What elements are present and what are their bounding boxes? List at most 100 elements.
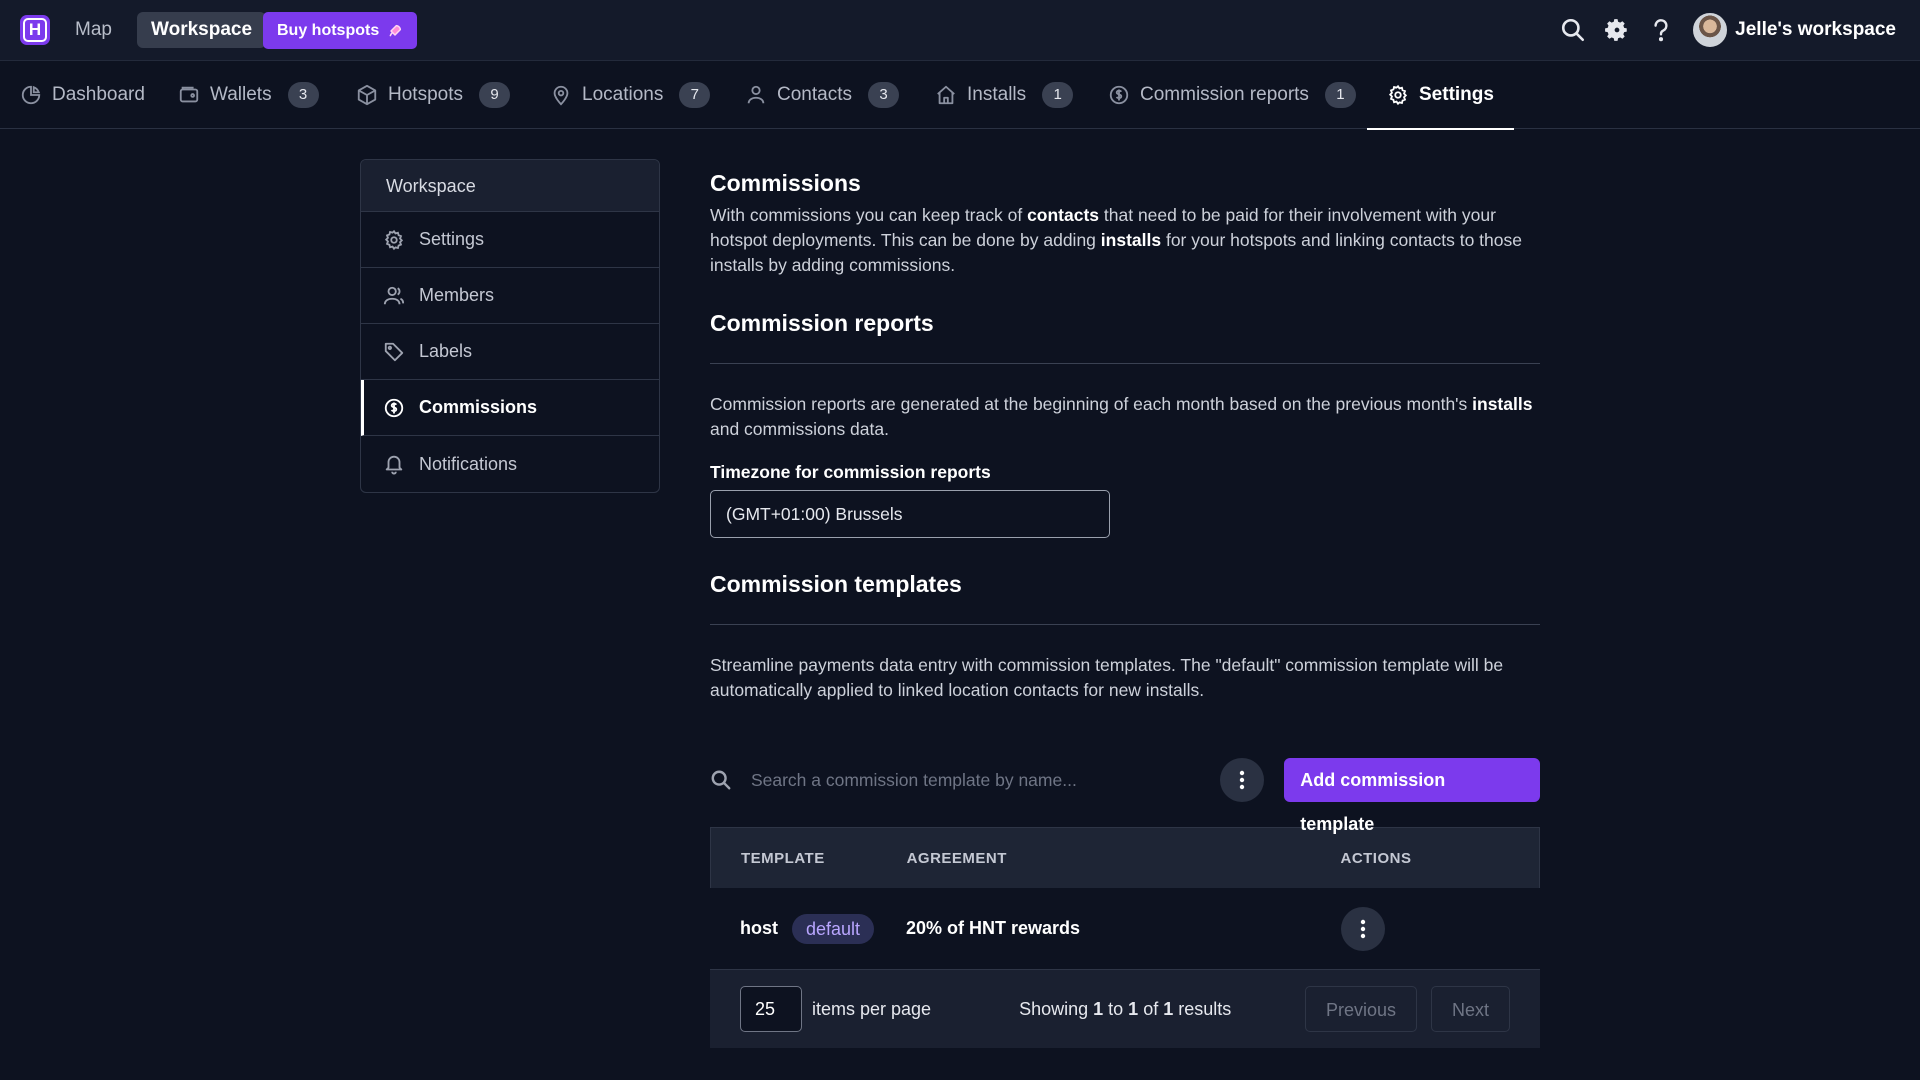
bell-icon <box>383 453 405 475</box>
gear-icon <box>383 229 405 251</box>
users-icon <box>383 285 405 307</box>
tab-dashboard[interactable]: Dashboard <box>20 61 145 129</box>
template-name: host <box>740 918 778 938</box>
pie-chart-icon <box>20 84 42 106</box>
sidenav-item-labels[interactable]: Labels <box>361 324 659 380</box>
tab-label: Hotspots <box>388 84 463 105</box>
commission-templates-description: Streamline payments data entry with comm… <box>710 655 1504 700</box>
divider <box>710 363 1540 364</box>
tab-label: Dashboard <box>52 84 145 105</box>
tab-count-badge: 9 <box>478 82 510 108</box>
previous-page-button[interactable]: Previous <box>1304 986 1417 1032</box>
row-actions-button[interactable] <box>1341 906 1385 951</box>
sidenav-item-settings[interactable]: Settings <box>361 212 659 268</box>
template-cell: host default <box>710 913 906 944</box>
tab-locations[interactable]: Locations 7 <box>550 61 711 129</box>
items-per-page-select[interactable]: 25 <box>740 986 802 1032</box>
buy-hotspots-button[interactable]: Buy hotspots <box>263 12 418 49</box>
column-header-actions: ACTIONS <box>1340 849 1412 867</box>
items-per-page-label: items per page <box>812 998 932 1019</box>
app-logo[interactable]: H <box>20 15 50 45</box>
template-search-input[interactable] <box>750 769 1221 791</box>
sidenav-item-notifications[interactable]: Notifications <box>361 436 659 492</box>
column-header-template: TEMPLATE <box>741 849 825 867</box>
timezone-label: Timezone for commission reports <box>710 462 991 482</box>
tab-hotspots[interactable]: Hotspots 9 <box>356 61 510 129</box>
sidenav-item-label: Members <box>419 285 495 305</box>
search-icon <box>710 769 736 791</box>
column-header-agreement: AGREEMENT <box>906 849 1007 867</box>
gear-icon[interactable] <box>1603 16 1631 44</box>
tab-count-badge: 1 <box>1324 82 1356 108</box>
commission-reports-title: Commission reports <box>710 310 934 336</box>
tag-icon <box>383 341 405 363</box>
gear-icon <box>1387 84 1409 106</box>
tab-commission-reports[interactable]: Commission reports 1 <box>1108 61 1356 129</box>
wallet-icon <box>178 84 200 106</box>
divider <box>710 624 1540 625</box>
sidenav-item-label: Settings <box>419 229 485 249</box>
tab-contacts[interactable]: Contacts 3 <box>745 61 899 129</box>
table-row: host default 20% of HNT rewards <box>710 888 1540 970</box>
sidenav-item-commissions[interactable]: Commissions <box>361 380 659 436</box>
tab-settings[interactable]: Settings <box>1367 61 1514 130</box>
agreement-cell: 20% of HNT rewards <box>906 918 1341 939</box>
tab-label: Locations <box>582 84 664 105</box>
help-icon[interactable] <box>1647 16 1675 44</box>
workspace-switcher[interactable]: Jelle's workspace <box>1735 19 1896 41</box>
sidenav-item-label: Commissions <box>419 397 538 417</box>
buy-hotspots-label: Buy hotspots <box>277 22 380 39</box>
more-options-button[interactable] <box>1220 758 1265 802</box>
top-right-actions: Jelle's workspace <box>1543 12 1896 48</box>
templates-table: TEMPLATE AGREEMENT ACTIONS host default … <box>710 827 1540 1048</box>
sidenav-header: Workspace <box>361 160 659 212</box>
tab-count-badge: 1 <box>1042 82 1074 108</box>
dollar-circle-icon <box>1108 84 1130 106</box>
tab-label: Installs <box>967 84 1027 105</box>
top-bar: H Map Workspace Buy hotspots Jelle's wor… <box>0 0 1920 61</box>
tab-count-badge: 7 <box>679 82 711 108</box>
logo-letter: H <box>23 18 47 42</box>
commissions-title: Commissions <box>710 170 861 196</box>
commission-reports-description: Commission reports are generated at the … <box>710 394 1533 439</box>
timezone-select[interactable]: (GMT+01:00) Brussels <box>710 490 1110 538</box>
home-icon <box>935 84 957 106</box>
timezone-value: (GMT+01:00) Brussels <box>726 503 903 524</box>
user-icon <box>745 84 767 106</box>
settings-sidenav: Workspace Settings Members Labels Commis… <box>360 159 660 493</box>
tab-wallets[interactable]: Wallets 3 <box>178 61 319 129</box>
pagination-footer: 25 items per page Showing 1 to 1 of 1 re… <box>710 970 1540 1048</box>
kebab-icon <box>1360 919 1366 939</box>
default-badge: default <box>792 913 875 944</box>
actions-cell <box>1341 906 1540 951</box>
sidenav-item-label: Labels <box>419 341 473 361</box>
search-icon[interactable] <box>1559 16 1587 44</box>
tab-count-badge: 3 <box>867 82 899 108</box>
kebab-icon <box>1239 770 1245 790</box>
next-page-button[interactable]: Next <box>1430 986 1510 1032</box>
user-avatar[interactable] <box>1693 13 1728 47</box>
tab-label: Contacts <box>777 84 852 105</box>
commissions-settings-panel: Commissions With commissions you can kee… <box>710 170 1540 1048</box>
rocket-icon <box>387 23 403 39</box>
nav-map-link[interactable]: Map <box>61 12 126 48</box>
add-commission-template-button[interactable]: Add commission template <box>1284 758 1540 834</box>
tab-label: Commission reports <box>1140 84 1309 105</box>
template-toolbar: Add commission template <box>710 757 1540 834</box>
commission-templates-title: Commission templates <box>710 571 962 597</box>
sidenav-item-members[interactable]: Members <box>361 268 659 324</box>
commissions-description: With commissions you can keep track of c… <box>710 205 1522 275</box>
tab-count-badge: 3 <box>287 82 319 108</box>
cube-icon <box>356 84 378 106</box>
dollar-circle-icon <box>383 397 405 419</box>
table-header: TEMPLATE AGREEMENT ACTIONS <box>710 827 1540 888</box>
tab-installs[interactable]: Installs 1 <box>935 61 1074 129</box>
sidenav-item-label: Notifications <box>419 453 518 474</box>
tab-label: Wallets <box>210 84 272 105</box>
results-summary: Showing 1 to 1 of 1 results <box>1019 998 1232 1019</box>
map-pin-icon <box>550 84 572 106</box>
items-per-page-value: 25 <box>755 998 776 1019</box>
workspace-tabs: Dashboard Wallets 3 Hotspots 9 Locations… <box>0 61 1920 130</box>
tab-label: Settings <box>1419 84 1494 105</box>
nav-workspace-link[interactable]: Workspace <box>137 12 267 48</box>
